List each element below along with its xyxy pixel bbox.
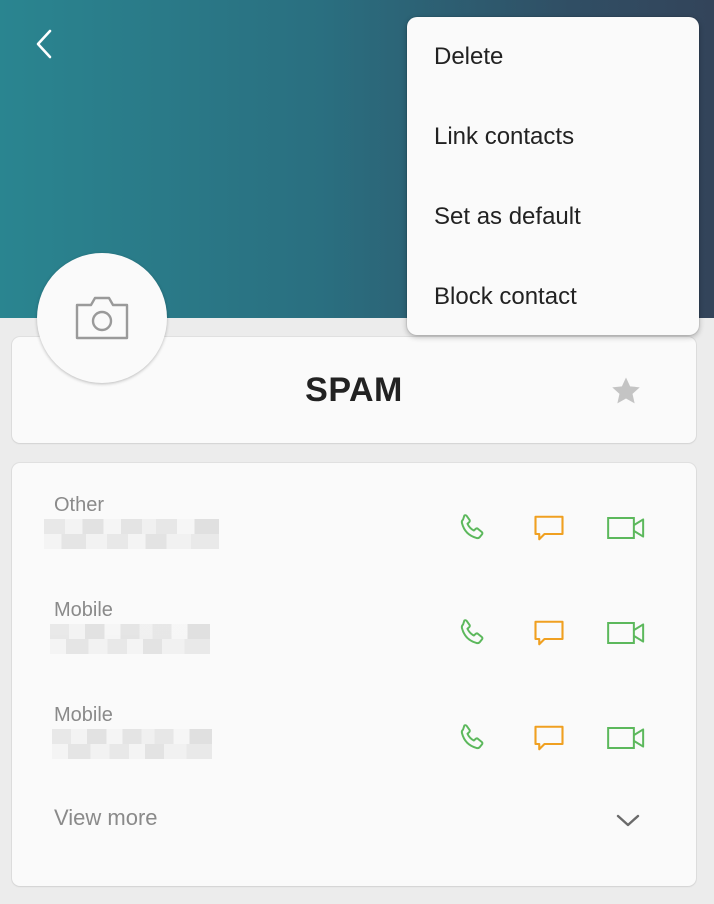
- message-icon: [534, 515, 564, 541]
- menu-item-delete[interactable]: Delete: [407, 17, 699, 97]
- star-icon: [612, 377, 640, 404]
- video-call-icon: [607, 622, 645, 644]
- message-icon: [534, 620, 564, 646]
- menu-item-set-as-default[interactable]: Set as default: [407, 177, 699, 257]
- view-more-link[interactable]: View more: [54, 805, 158, 831]
- number-label: Mobile: [54, 599, 113, 621]
- contact-detail-screen: SPAM Other Mobile Mobile View more Delet…: [0, 0, 714, 904]
- camera-icon: [75, 296, 129, 340]
- video-call-button[interactable]: [606, 613, 646, 653]
- chevron-left-icon: [36, 29, 52, 59]
- call-button[interactable]: [452, 508, 492, 548]
- chevron-down-icon: [616, 814, 640, 827]
- phone-number-redacted[interactable]: [52, 729, 212, 759]
- message-button[interactable]: [529, 718, 569, 758]
- message-button[interactable]: [529, 613, 569, 653]
- number-row: Other: [12, 494, 696, 574]
- number-label: Other: [54, 494, 105, 516]
- avatar[interactable]: [37, 253, 167, 383]
- call-button[interactable]: [452, 718, 492, 758]
- menu-item-block-contact[interactable]: Block contact: [407, 257, 699, 337]
- video-call-icon: [607, 517, 645, 539]
- phone-icon: [460, 514, 484, 540]
- phone-number-redacted[interactable]: [44, 519, 219, 549]
- favorite-button[interactable]: [608, 373, 644, 409]
- phone-icon: [460, 724, 484, 750]
- back-button[interactable]: [26, 26, 62, 62]
- menu-item-link-contacts[interactable]: Link contacts: [407, 97, 699, 177]
- video-call-icon: [607, 727, 645, 749]
- phone-icon: [460, 619, 484, 645]
- message-button[interactable]: [529, 508, 569, 548]
- call-button[interactable]: [452, 613, 492, 653]
- number-row: Mobile: [12, 599, 696, 679]
- overflow-menu: Delete Link contacts Set as default Bloc…: [407, 17, 699, 335]
- message-icon: [534, 725, 564, 751]
- contact-numbers-card: Other Mobile Mobile View more: [12, 463, 696, 886]
- expand-button[interactable]: [608, 800, 648, 840]
- video-call-button[interactable]: [606, 508, 646, 548]
- phone-number-redacted[interactable]: [50, 624, 210, 654]
- number-row: Mobile: [12, 704, 696, 784]
- video-call-button[interactable]: [606, 718, 646, 758]
- number-label: Mobile: [54, 704, 113, 726]
